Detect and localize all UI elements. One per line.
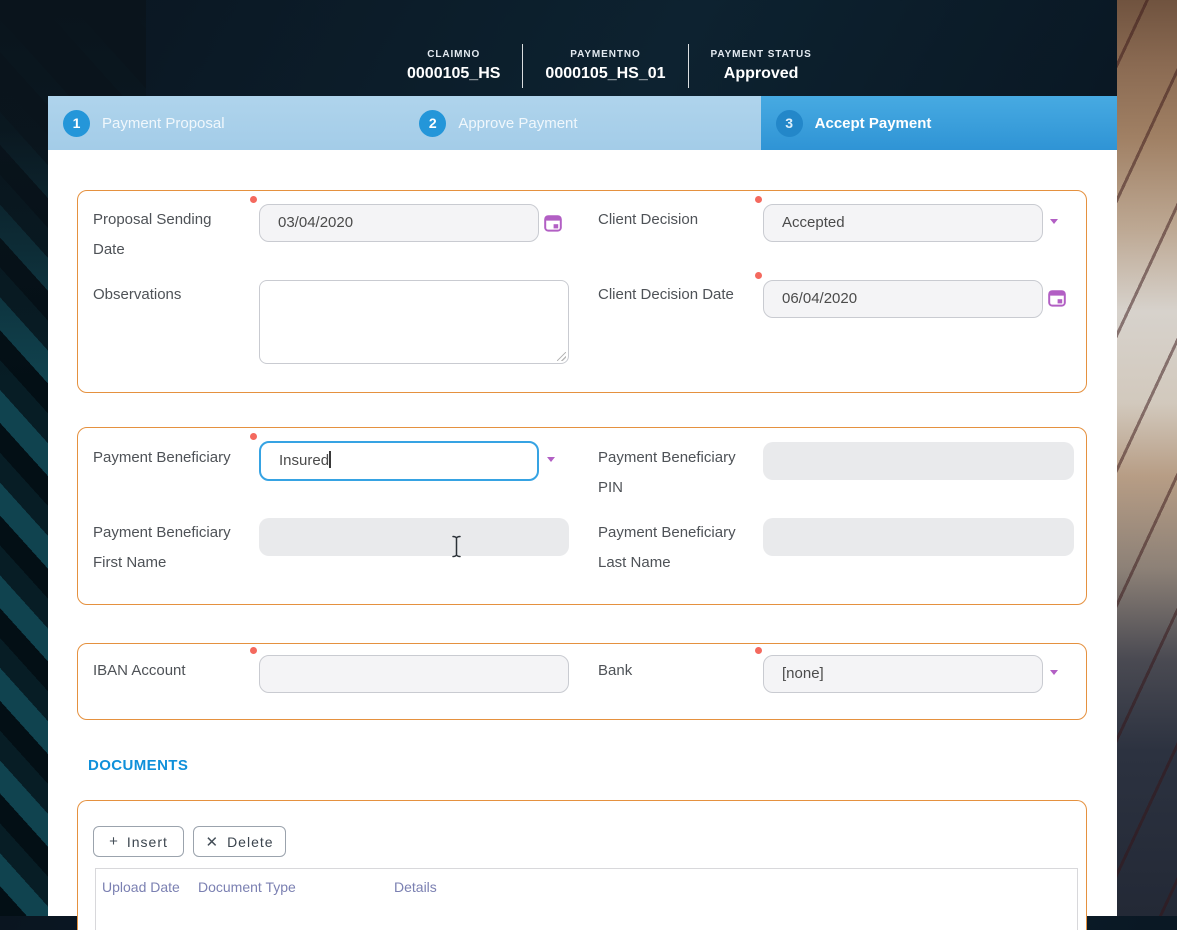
client-decision-date-input: 06/04/2020	[763, 280, 1043, 318]
required-indicator	[755, 647, 762, 654]
claim-info-header: CLAIMNO 0000105_HS PAYMENTNO 0000105_HS_…	[385, 42, 834, 90]
insert-button-label: Insert	[126, 833, 168, 850]
step-3-number-badge: 3	[775, 109, 803, 137]
step-1-label: Payment Proposal	[102, 114, 225, 132]
x-icon: ✕	[205, 833, 219, 851]
payment-beneficiary-first-name-input	[259, 518, 569, 556]
plus-icon: +	[109, 833, 118, 850]
step-1-number-badge: 1	[63, 109, 90, 137]
payment-beneficiary-select[interactable]: Insured	[259, 441, 539, 481]
step-2-label: Approve Payment	[458, 114, 578, 132]
wizard-step-accept-payment[interactable]: 3 Accept Payment	[760, 96, 1117, 150]
chevron-down-icon[interactable]	[547, 457, 555, 462]
payment-beneficiary-first-name-label: Payment Beneficiary First Name	[93, 524, 231, 571]
client-decision-date-label: Client Decision Date	[598, 286, 734, 303]
payment-status-value: Approved	[723, 65, 799, 82]
wizard-step-bar: 1 Payment Proposal 2 Approve Payment 3 A…	[48, 96, 1117, 150]
proposal-sending-date-label: Proposal Sending Date	[93, 211, 212, 258]
payment-beneficiary-value: Insured	[279, 452, 330, 469]
i-beam-cursor	[452, 535, 461, 558]
documents-table-header-row: Upload Date Document Type Details	[96, 869, 1077, 895]
payment-beneficiary-last-name-input	[763, 518, 1074, 556]
claimno-field: CLAIMNO 0000105_HS	[385, 42, 522, 90]
iban-account-label: IBAN Account	[93, 662, 186, 679]
client-decision-select: Accepted	[763, 204, 1043, 242]
paymentno-field: PAYMENTNO 0000105_HS_01	[523, 42, 687, 90]
required-indicator	[250, 433, 257, 440]
text-insertion-caret	[329, 451, 331, 468]
insert-button[interactable]: + Insert	[93, 826, 184, 857]
observations-label: Observations	[93, 286, 182, 303]
required-indicator	[755, 272, 762, 279]
payment-beneficiary-pin-label: Payment Beneficiary PIN	[598, 449, 736, 496]
chevron-down-icon[interactable]	[1050, 670, 1058, 675]
payment-beneficiary-label: Payment Beneficiary	[93, 449, 231, 466]
calendar-icon[interactable]	[1048, 289, 1066, 307]
required-indicator	[755, 196, 762, 203]
paymentno-value: 0000105_HS_01	[545, 65, 666, 82]
column-header-details[interactable]: Details	[394, 879, 437, 895]
column-header-upload-date[interactable]: Upload Date	[102, 879, 198, 895]
chevron-down-icon[interactable]	[1050, 219, 1058, 224]
required-indicator	[250, 647, 257, 654]
step-3-label: Accept Payment	[814, 114, 932, 132]
documents-heading: DOCUMENTS	[88, 757, 189, 774]
wizard-step-payment-proposal[interactable]: 1 Payment Proposal	[48, 96, 405, 150]
delete-button[interactable]: ✕ Delete	[193, 826, 286, 857]
step-2-number-badge: 2	[419, 109, 447, 137]
claimno-label: CLAIMNO	[427, 49, 481, 60]
bank-label: Bank	[598, 662, 633, 679]
client-decision-label: Client Decision	[598, 211, 699, 228]
observations-textarea[interactable]	[259, 280, 569, 364]
payment-status-label: PAYMENT STATUS	[710, 49, 812, 60]
iban-account-input[interactable]	[259, 655, 569, 693]
calendar-icon[interactable]	[544, 214, 562, 232]
wizard-step-approve-payment[interactable]: 2 Approve Payment	[404, 96, 761, 150]
documents-table: Upload Date Document Type Details	[95, 868, 1078, 930]
bank-select[interactable]: [none]	[763, 655, 1043, 693]
payment-status-field: PAYMENT STATUS Approved	[689, 42, 834, 90]
paymentno-label: PAYMENTNO	[570, 49, 641, 60]
claimno-value: 0000105_HS	[407, 65, 501, 82]
proposal-sending-date-input: 03/04/2020	[259, 204, 539, 242]
column-header-document-type[interactable]: Document Type	[198, 879, 394, 895]
background-photo-right	[1117, 0, 1177, 916]
delete-button-label: Delete	[227, 833, 274, 850]
required-indicator	[250, 196, 257, 203]
payment-beneficiary-pin-input	[763, 442, 1074, 480]
payment-beneficiary-last-name-label: Payment Beneficiary Last Name	[598, 524, 736, 571]
